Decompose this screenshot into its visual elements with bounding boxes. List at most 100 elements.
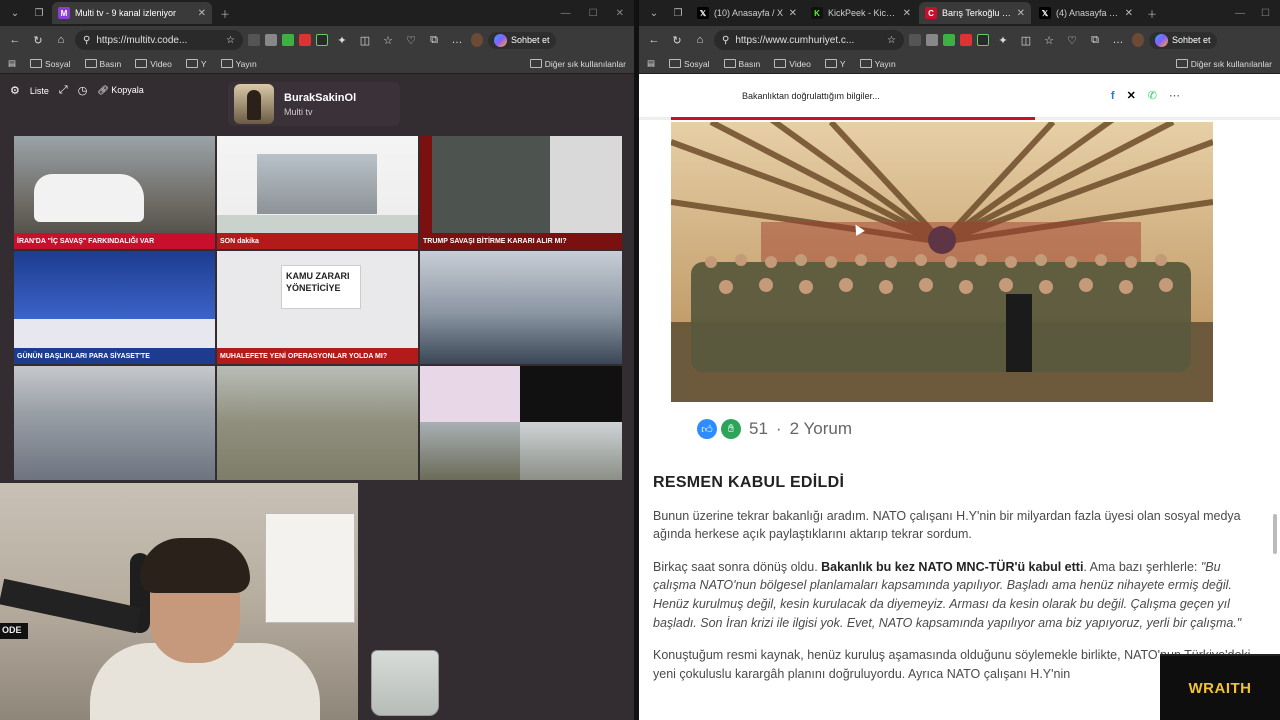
extension-icon[interactable] <box>943 34 955 46</box>
clap-icon[interactable]: ✋︎ <box>721 419 741 439</box>
browser-essentials-icon[interactable]: ♡ <box>402 31 420 49</box>
copilot-button[interactable]: Sohbet et <box>1149 31 1217 49</box>
bookmark-folder[interactable]: Yayın <box>221 59 257 69</box>
more-icon[interactable]: … <box>1109 31 1127 49</box>
other-favorites-folder[interactable]: Diğer sık kullanılanlar <box>530 59 626 69</box>
whatsapp-icon[interactable]: ✆ <box>1148 89 1157 102</box>
extension-icon[interactable] <box>926 34 938 46</box>
minimize-icon[interactable]: — <box>561 8 571 19</box>
x-share-icon[interactable]: ✕ <box>1127 89 1136 102</box>
split-screen-icon[interactable]: ◫ <box>356 31 374 49</box>
channel-tile[interactable]: GÜNÜN BAŞLIKLARI PARA SİYASET'TE <box>14 251 215 364</box>
channel-tile[interactable] <box>420 366 622 480</box>
channel-tile[interactable]: KAMU ZARARI YÖNETİCİYE MUHALEFETE YENİ O… <box>217 251 418 364</box>
workspaces-icon[interactable]: ❐ <box>667 3 689 23</box>
bookmark-folder[interactable]: Video <box>774 59 811 69</box>
url-field[interactable]: ⚲ https://www.cumhuriyet.c... ☆ <box>714 30 904 50</box>
other-favorites-folder[interactable]: Diğer sık kullanılanlar <box>1176 59 1272 69</box>
channel-grid: İRAN'DA "İÇ SAVAŞ" FARKINDALIĞI VAR SON … <box>14 136 622 480</box>
home-icon[interactable]: ⌂ <box>691 31 709 49</box>
maximize-icon[interactable]: ☐ <box>1261 8 1270 19</box>
favorites-icon[interactable]: ☆ <box>1040 31 1058 49</box>
channel-tile[interactable] <box>14 366 215 480</box>
mic-label: ODE <box>0 623 28 639</box>
refresh-icon[interactable]: ↻ <box>668 31 686 49</box>
more-share-icon[interactable]: ⋯ <box>1169 89 1180 102</box>
tab-multitv[interactable]: M Multi tv - 9 kanal izleniyor ✕ <box>52 2 212 24</box>
copilot-button[interactable]: Sohbet et <box>488 31 556 49</box>
collections-icon[interactable]: ⧉ <box>425 31 443 49</box>
extension-icon[interactable] <box>316 34 328 46</box>
streamer-profile-card[interactable]: BurakSakinOl Multi tv <box>228 82 400 126</box>
extension-icon[interactable] <box>299 34 311 46</box>
page-scrollbar-thumb[interactable] <box>1273 514 1277 554</box>
refresh-icon[interactable]: ↻ <box>29 31 47 49</box>
tab-x-home[interactable]: 𝕏 (10) Anasayfa / X ✕ <box>691 2 803 24</box>
more-icon[interactable]: … <box>448 31 466 49</box>
close-tab-icon[interactable]: ✕ <box>903 8 911 19</box>
bookmark-folder[interactable]: Video <box>135 59 172 69</box>
url-field[interactable]: ⚲ https://multitv.code... ☆ <box>75 30 243 50</box>
bookmark-folder[interactable]: Y <box>186 59 207 69</box>
bookmark-menu-icon[interactable]: ▤ <box>647 58 655 69</box>
channel-tile[interactable]: SON dakika <box>217 136 418 249</box>
tab-actions-icon[interactable]: ⌄ <box>4 3 26 23</box>
profile-avatar[interactable] <box>1132 33 1144 47</box>
channel-tile[interactable]: İRAN'DA "İÇ SAVAŞ" FARKINDALIĞI VAR <box>14 136 215 249</box>
bookmark-folder[interactable]: Yayın <box>860 59 896 69</box>
tab-cumhuriyet[interactable]: C Barış Terkoğlu yazdı✕ <box>919 2 1031 24</box>
new-tab-icon[interactable]: ＋ <box>214 3 236 23</box>
extension-icon[interactable] <box>265 34 277 46</box>
tab-actions-icon[interactable]: ⌄ <box>643 3 665 23</box>
minimize-icon[interactable]: — <box>1235 8 1245 19</box>
split-screen-icon[interactable]: ◫ <box>1017 31 1035 49</box>
history-icon[interactable]: ◷ <box>78 84 88 97</box>
site-info-icon[interactable]: ⚲ <box>722 35 729 46</box>
close-tab-icon[interactable]: ✕ <box>1125 8 1133 19</box>
profile-avatar[interactable] <box>471 33 483 47</box>
channel-tile[interactable]: TRUMP SAVAŞI BİTİRME KARARI ALIR MI? <box>420 136 622 249</box>
new-tab-icon[interactable]: ＋ <box>1141 3 1163 23</box>
back-icon[interactable]: ← <box>645 31 663 49</box>
list-button[interactable]: Liste <box>30 86 49 96</box>
extension-icon[interactable] <box>282 34 294 46</box>
channel-tile[interactable] <box>420 251 622 364</box>
close-window-icon[interactable]: ✕ <box>616 8 624 19</box>
workspaces-icon[interactable]: ❐ <box>28 3 50 23</box>
extensions-puzzle-icon[interactable]: ✦ <box>994 31 1012 49</box>
browser-essentials-icon[interactable]: ♡ <box>1063 31 1081 49</box>
tab-x-home-2[interactable]: 𝕏 (4) Anasayfa / X ✕ <box>1033 2 1139 24</box>
tab-kickpeek[interactable]: K KickPeek - Kick.com✕ <box>805 2 917 24</box>
bookmark-folder[interactable]: Sosyal <box>669 59 710 69</box>
collections-icon[interactable]: ⧉ <box>1086 31 1104 49</box>
home-icon[interactable]: ⌂ <box>52 31 70 49</box>
channel-tile[interactable] <box>217 366 418 480</box>
glass-cup <box>371 650 439 716</box>
extensions-puzzle-icon[interactable]: ✦ <box>333 31 351 49</box>
thumbs-up-icon[interactable]: 👍︎ <box>697 419 717 439</box>
favorites-icon[interactable]: ☆ <box>379 31 397 49</box>
maximize-icon[interactable]: ☐ <box>589 8 598 19</box>
close-tab-icon[interactable]: ✕ <box>789 8 797 19</box>
close-tab-icon[interactable]: ✕ <box>198 8 206 19</box>
bookmark-folder[interactable]: Basın <box>85 59 122 69</box>
bookmark-folder[interactable]: Basın <box>724 59 761 69</box>
bookmark-folder[interactable]: Y <box>825 59 846 69</box>
close-tab-icon[interactable]: ✕ <box>1017 8 1025 19</box>
extension-icon[interactable] <box>977 34 989 46</box>
bookmark-menu-icon[interactable]: ▤ <box>8 58 16 69</box>
extension-icon[interactable] <box>960 34 972 46</box>
favorite-star-icon[interactable]: ☆ <box>226 35 235 46</box>
site-info-icon[interactable]: ⚲ <box>83 35 90 46</box>
bookmark-folder[interactable]: Sosyal <box>30 59 71 69</box>
extension-icon[interactable] <box>248 34 260 46</box>
reaction-bar[interactable]: 👍︎ ✋︎ 51 · 2 Yorum <box>697 419 852 439</box>
copy-button[interactable]: 🔗︎ Kopyala <box>97 85 143 96</box>
facebook-icon[interactable]: f <box>1111 90 1115 102</box>
fullscreen-icon[interactable]: ⤢ <box>59 84 68 97</box>
settings-gear-icon[interactable]: ⚙ <box>10 84 20 97</box>
comments-link[interactable]: 2 Yorum <box>790 419 852 439</box>
extension-icon[interactable] <box>909 34 921 46</box>
favorite-star-icon[interactable]: ☆ <box>887 35 896 46</box>
back-icon[interactable]: ← <box>6 31 24 49</box>
